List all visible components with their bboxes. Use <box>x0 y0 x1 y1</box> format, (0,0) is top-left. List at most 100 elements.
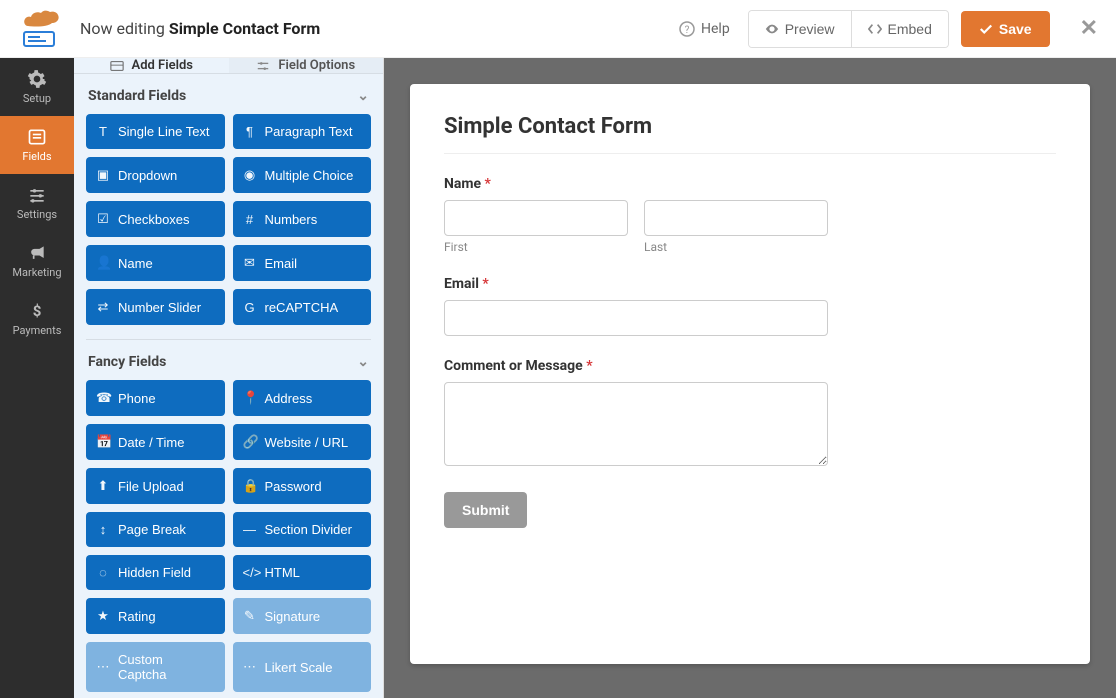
field-fancy-website-url[interactable]: 🔗Website / URL <box>233 424 372 460</box>
field-standard-numbers[interactable]: #Numbers <box>233 201 372 237</box>
sidenav-setup[interactable]: Setup <box>0 58 74 116</box>
editing-label: Now editing Simple Contact Form <box>80 19 320 38</box>
form-canvas: Simple Contact Form Name * First Last Em… <box>410 84 1090 664</box>
comment-textarea[interactable] <box>444 382 828 466</box>
likert-scale-icon: ⋯ <box>243 659 257 675</box>
field-label: Website / URL <box>265 435 349 450</box>
field-fancy-html[interactable]: </> HTML <box>233 555 372 590</box>
field-label: Paragraph Text <box>265 124 353 139</box>
chevron-down-icon: ⌄ <box>357 88 369 104</box>
embed-button[interactable]: Embed <box>851 11 948 47</box>
email-icon: ✉ <box>243 255 257 271</box>
field-label: Custom Captcha <box>118 652 215 682</box>
name-first-input[interactable] <box>444 200 628 236</box>
standard-fields-header[interactable]: Standard Fields ⌄ <box>74 74 383 114</box>
field-label: Likert Scale <box>265 660 333 675</box>
sliders-icon <box>27 185 47 205</box>
chevron-down-icon: ⌄ <box>357 354 369 370</box>
field-label: Rating <box>118 609 156 624</box>
single-line-text-icon: T <box>96 124 110 139</box>
html-icon: </> <box>243 565 257 580</box>
field-standard-checkboxes[interactable]: ☑ Checkboxes <box>86 201 225 237</box>
name-last-input[interactable] <box>644 200 828 236</box>
field-label: Multiple Choice <box>265 168 354 183</box>
email-input[interactable] <box>444 300 828 336</box>
svg-text:?: ? <box>685 25 690 36</box>
help-link[interactable]: ? Help <box>679 21 730 37</box>
field-fancy-hidden-field[interactable]: ◌Hidden Field <box>86 555 225 590</box>
field-comment[interactable]: Comment or Message * <box>444 358 828 470</box>
submit-button[interactable]: Submit <box>444 492 527 528</box>
name-icon: 👤 <box>96 255 110 271</box>
field-label: Phone <box>118 391 156 406</box>
svg-text:$: $ <box>33 302 42 320</box>
section-divider-icon: — <box>243 522 257 537</box>
preview-button[interactable]: Preview <box>749 11 851 47</box>
help-icon: ? <box>679 21 695 37</box>
custom-captcha-icon: ⋯ <box>96 659 110 675</box>
field-label: Signature <box>265 609 321 624</box>
form-title: Simple Contact Form <box>444 114 1056 154</box>
field-standard-dropdown[interactable]: ▣ Dropdown <box>86 157 225 193</box>
field-label: HTML <box>265 565 300 580</box>
options-icon <box>256 59 270 73</box>
name-last-sublabel: Last <box>644 240 828 254</box>
sidenav-fields[interactable]: Fields <box>0 116 74 174</box>
bullhorn-icon <box>27 243 47 263</box>
rating-icon: ★ <box>96 608 110 624</box>
fields-panel: Add Fields Field Options Standard Fields… <box>74 58 384 698</box>
tab-field-options[interactable]: Field Options <box>229 58 384 73</box>
field-fancy-section-divider[interactable]: — Section Divider <box>233 512 372 547</box>
sidenav-marketing[interactable]: Marketing <box>0 232 74 290</box>
field-standard-paragraph-text[interactable]: ¶ Paragraph Text <box>233 114 372 149</box>
field-fancy-phone[interactable]: ☎ Phone <box>86 380 225 416</box>
field-fancy-file-upload[interactable]: ⬆ File Upload <box>86 468 225 504</box>
field-fancy-date-time[interactable]: 📅 Date / Time <box>86 424 225 460</box>
hidden-field-icon: ◌ <box>96 565 110 580</box>
signature-icon: ✎ <box>243 608 257 624</box>
name-first-sublabel: First <box>444 240 628 254</box>
sidenav: Setup Fields Settings Marketing $ Paymen… <box>0 58 74 698</box>
number-slider-icon: ⇄ <box>96 299 110 315</box>
file-upload-icon: ⬆ <box>96 478 110 494</box>
field-standard-email[interactable]: ✉ Email <box>233 245 372 281</box>
save-button[interactable]: Save <box>961 11 1050 47</box>
field-label: Dropdown <box>118 168 177 183</box>
dropdown-icon: ▣ <box>96 167 110 183</box>
field-standard-multiple-choice[interactable]: ◉Multiple Choice <box>233 157 372 193</box>
field-fancy-address[interactable]: 📍Address <box>233 380 372 416</box>
field-standard-name[interactable]: 👤 Name <box>86 245 225 281</box>
field-fancy-password[interactable]: 🔒 Password <box>233 468 372 504</box>
password-icon: 🔒 <box>243 478 257 494</box>
tab-add-fields[interactable]: Add Fields <box>74 58 229 73</box>
date-time-icon: 📅 <box>96 434 110 450</box>
field-fancy-rating[interactable]: ★ Rating <box>86 598 225 634</box>
paragraph-text-icon: ¶ <box>243 124 257 139</box>
phone-icon: ☎ <box>96 390 110 406</box>
field-fancy-signature[interactable]: ✎ Signature <box>233 598 372 634</box>
field-label: reCAPTCHA <box>265 300 339 315</box>
field-label: Password <box>265 479 322 494</box>
close-icon[interactable]: ✕ <box>1080 16 1098 41</box>
field-fancy-page-break[interactable]: ↕Page Break <box>86 512 225 547</box>
field-label: Name <box>118 256 153 271</box>
field-standard-recaptcha[interactable]: GreCAPTCHA <box>233 289 372 325</box>
field-label: Date / Time <box>118 435 184 450</box>
sidenav-settings[interactable]: Settings <box>0 174 74 232</box>
recaptcha-icon: G <box>243 300 257 315</box>
field-standard-number-slider[interactable]: ⇄Number Slider <box>86 289 225 325</box>
field-fancy-likert-scale[interactable]: ⋯ Likert Scale <box>233 642 372 692</box>
sidenav-payments[interactable]: $ Payments <box>0 290 74 348</box>
field-label: Single Line Text <box>118 124 210 139</box>
field-label: File Upload <box>118 479 184 494</box>
field-standard-single-line-text[interactable]: T Single Line Text <box>86 114 225 149</box>
checkboxes-icon: ☑ <box>96 211 110 227</box>
field-fancy-custom-captcha[interactable]: ⋯ Custom Captcha <box>86 642 225 692</box>
eye-icon <box>765 22 779 36</box>
field-label: Section Divider <box>265 522 352 537</box>
field-label: Checkboxes <box>118 212 190 227</box>
field-email[interactable]: Email * <box>444 276 828 336</box>
field-label: Email <box>265 256 298 271</box>
field-name[interactable]: Name * First Last <box>444 176 828 254</box>
fancy-fields-header[interactable]: Fancy Fields ⌄ <box>74 340 383 380</box>
